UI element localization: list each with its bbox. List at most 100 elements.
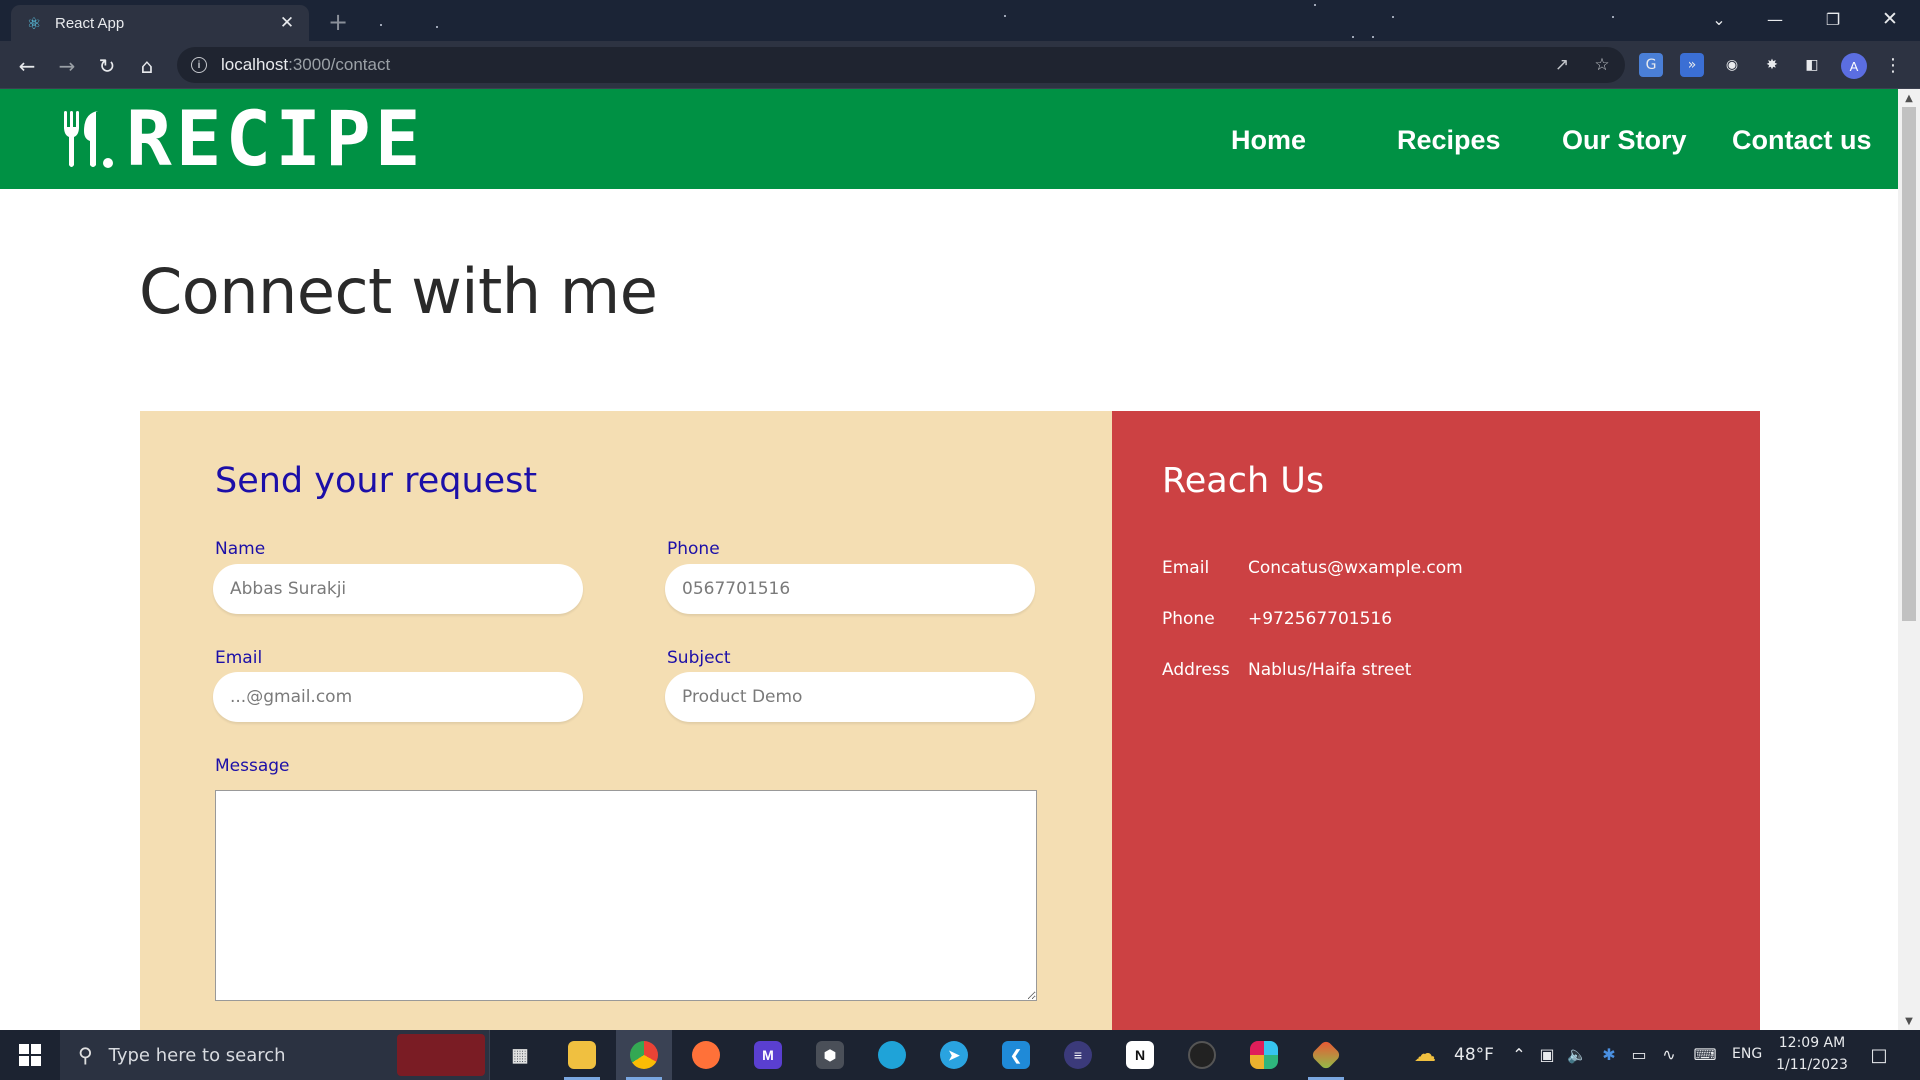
taskbar-search-placeholder: Type here to search [108, 1044, 286, 1066]
restore-button[interactable]: ❐ [1805, 0, 1861, 38]
nav-home[interactable]: Home [1231, 125, 1306, 156]
new-tab-button[interactable]: + [325, 8, 351, 36]
site-info-icon[interactable]: i [191, 57, 207, 73]
location-icon[interactable]: ▣ [1536, 1045, 1558, 1064]
contact-address-value: Nablus/Haifa street [1248, 660, 1412, 680]
background-star [1392, 16, 1394, 18]
share-icon[interactable]: ↗ [1551, 54, 1573, 76]
clock-time[interactable]: 12:09 AM [1777, 1035, 1847, 1051]
browser-tab-bar: ⚛ React App ✕ + ⌄ — ❐ ✕ [0, 0, 1920, 41]
bookmark-star-icon[interactable]: ☆ [1591, 54, 1613, 76]
request-form-panel: Send your request Name Phone Email Subje… [140, 411, 1112, 1030]
contact-phone-label: Phone [1162, 609, 1215, 629]
extensions-puzzle-icon[interactable]: ✸ [1760, 53, 1784, 77]
message-textarea[interactable] [215, 790, 1037, 1001]
show-hidden-icons-chevron-icon[interactable]: ⌃ [1508, 1045, 1530, 1064]
url-host: localhost [221, 55, 289, 74]
google-translate-icon[interactable]: G [1639, 53, 1663, 77]
globe-extension-icon[interactable]: ◉ [1720, 53, 1744, 77]
subject-input[interactable] [665, 672, 1035, 722]
firefox-icon[interactable] [678, 1030, 734, 1080]
forward-button[interactable]: → [52, 51, 82, 81]
windows-start-icon[interactable] [0, 1030, 60, 1080]
close-icon[interactable]: ✕ [275, 11, 299, 35]
contact-address-label: Address [1162, 660, 1230, 680]
taskbar-search[interactable]: ⚲ Type here to search [60, 1030, 490, 1080]
name-label: Name [215, 539, 266, 559]
reach-us-panel: Reach Us Email Concatus@wxample.com Phon… [1112, 411, 1760, 1030]
browser-toolbar: ← → ↻ ⌂ i localhost:3000/contact ↗ ☆ G »… [0, 41, 1920, 89]
windows-taskbar: ⚲ Type here to search ▦ M ⬢ ➤ ❮ ≡ N ☁ 48… [0, 1030, 1920, 1080]
background-star [380, 24, 382, 26]
clock-date[interactable]: 1/11/2023 [1772, 1057, 1852, 1073]
subject-label: Subject [667, 648, 731, 668]
contact-phone-value: +972567701516 [1248, 609, 1393, 629]
nav-recipes[interactable]: Recipes [1397, 125, 1501, 156]
tab-title: React App [55, 14, 125, 32]
message-label: Message [215, 756, 290, 776]
browser-menu-icon[interactable]: ⋮ [1881, 53, 1905, 77]
visual-studio-icon[interactable]: M [740, 1030, 796, 1080]
git-icon[interactable] [1298, 1030, 1354, 1080]
email-input[interactable] [213, 672, 583, 722]
react-icon: ⚛ [26, 13, 42, 33]
home-button[interactable]: ⌂ [132, 51, 162, 81]
browser-tab[interactable]: ⚛ React App ✕ [11, 5, 309, 41]
url-path: :3000/contact [288, 55, 391, 74]
edge-icon[interactable] [864, 1030, 920, 1080]
volume-icon[interactable]: 🔈 [1566, 1045, 1588, 1064]
search-icon: ⚲ [78, 1043, 93, 1067]
phone-input[interactable] [665, 564, 1035, 614]
site-logo[interactable]: RECIPE [62, 101, 425, 177]
fast-forward-extension-icon[interactable]: » [1680, 53, 1704, 77]
background-star [1372, 36, 1374, 38]
keyboard-icon[interactable]: ⌨ [1690, 1045, 1720, 1064]
contact-email-value: Concatus@wxample.com [1248, 558, 1463, 578]
profile-avatar[interactable]: A [1841, 53, 1867, 79]
close-window-button[interactable]: ✕ [1862, 0, 1918, 38]
weather-icon[interactable]: ☁ [1414, 1042, 1436, 1067]
site-navbar: RECIPE Home Recipes Our Story Contact us [0, 89, 1898, 189]
file-explorer-icon[interactable] [554, 1030, 610, 1080]
bluetooth-icon[interactable]: ✱ [1598, 1045, 1620, 1064]
eclipse-icon[interactable]: ≡ [1050, 1030, 1106, 1080]
scroll-up-arrow[interactable]: ▲ [1898, 89, 1920, 107]
wifi-icon[interactable]: ∿ [1658, 1045, 1680, 1064]
background-star [1612, 16, 1614, 18]
side-panel-icon[interactable]: ◧ [1800, 53, 1824, 77]
nav-our-story[interactable]: Our Story [1562, 125, 1687, 156]
background-star [1314, 4, 1316, 6]
contact-email-label: Email [1162, 558, 1210, 578]
page-title: Connect with me [139, 255, 658, 328]
form-heading: Send your request [215, 461, 538, 501]
back-button[interactable]: ← [12, 51, 42, 81]
address-bar[interactable]: i localhost:3000/contact ↗ ☆ [177, 47, 1625, 83]
scroll-down-arrow[interactable]: ▼ [1898, 1012, 1920, 1030]
chrome-icon[interactable] [616, 1030, 672, 1080]
reach-us-heading: Reach Us [1162, 461, 1325, 501]
notifications-icon[interactable]: □ [1868, 1045, 1890, 1066]
search-highlight-image [397, 1034, 485, 1076]
tab-search-button[interactable]: ⌄ [1691, 0, 1747, 38]
notion-icon[interactable]: N [1112, 1030, 1168, 1080]
task-view-icon[interactable]: ▦ [492, 1030, 548, 1080]
vscode-icon[interactable]: ❮ [988, 1030, 1044, 1080]
nav-contact-us[interactable]: Contact us [1732, 125, 1872, 156]
page-viewport: RECIPE Home Recipes Our Story Contact us… [0, 89, 1920, 1030]
reload-button[interactable]: ↻ [92, 51, 122, 81]
name-input[interactable] [213, 564, 583, 614]
email-label: Email [215, 648, 263, 668]
minimize-button[interactable]: — [1747, 0, 1803, 38]
scrollbar-thumb[interactable] [1902, 107, 1916, 621]
background-star [436, 26, 438, 28]
input-language[interactable]: ENG [1732, 1046, 1762, 1062]
weather-temperature[interactable]: 48°F [1454, 1045, 1494, 1065]
telegram-icon[interactable]: ➤ [926, 1030, 982, 1080]
background-star [1352, 36, 1354, 38]
unity-icon[interactable]: ⬢ [802, 1030, 858, 1080]
github-desktop-icon[interactable] [1174, 1030, 1230, 1080]
phone-label: Phone [667, 539, 720, 559]
slack-icon[interactable] [1236, 1030, 1292, 1080]
logo-text: RECIPE [126, 94, 425, 183]
battery-icon[interactable]: ▭ [1628, 1045, 1650, 1064]
